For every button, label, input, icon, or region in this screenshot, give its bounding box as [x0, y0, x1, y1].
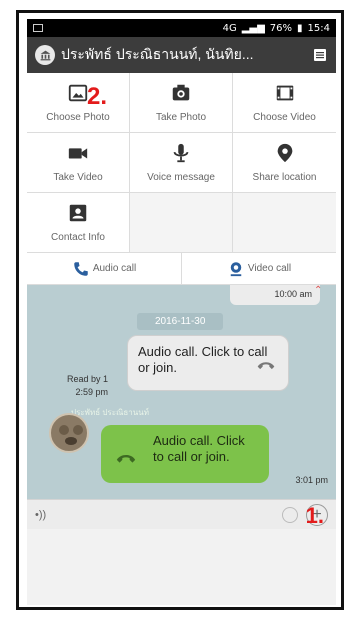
avatar[interactable] [49, 413, 89, 453]
contact-icon [69, 204, 87, 222]
read-status: Read by 1 [67, 374, 109, 384]
outgoing-message-time: 3:01 pm [295, 475, 328, 485]
status-bar: 4G ▂▄▆ 76% ▮ 15:4 [27, 19, 336, 37]
outgoing-message-text: Audio call. Click to call or join. [153, 433, 245, 465]
handset-icon [116, 455, 136, 463]
chat-title: ประพัทธ์ ประณิธานนท์, นันทิย... [61, 46, 254, 62]
screenshot-frame: 4G ▂▄▆ 76% ▮ 15:4 ประพัทธ์ ประณิธานนท์, … [16, 10, 344, 610]
video-call-label: Video call [247, 263, 292, 274]
message-time: 10:00 am [274, 289, 312, 299]
battery-level: 76% [269, 22, 293, 34]
take-photo-button[interactable]: Take Photo [130, 73, 233, 133]
take-photo-label: Take Photo [155, 112, 207, 123]
message-bubble-partial: 10:00 am [230, 285, 320, 305]
read-receipt: Read by 1 2:59 pm [67, 373, 108, 398]
audio-call-label: Audio call [92, 263, 137, 274]
take-video-label: Take Video [53, 172, 103, 183]
choose-video-button[interactable]: Choose Video [233, 73, 336, 133]
choose-photo-label: Choose Photo [46, 112, 110, 123]
voice-message-label: Voice message [147, 172, 215, 183]
video-camera-icon [68, 148, 88, 159]
phone-screen: 4G ▂▄▆ 76% ▮ 15:4 ประพัทธ์ ประณิธานนท์, … [27, 19, 336, 605]
incoming-call-message[interactable]: Audio call. Click to call or join. [127, 335, 289, 391]
sender-name: ประพัทธ์ ประณิธานนท์ [71, 408, 150, 417]
battery-icon: ▮ [297, 22, 303, 34]
handset-icon [257, 362, 275, 370]
voice-input-icon[interactable]: •)) [35, 509, 53, 521]
message-input-bar: •)) + 1. [27, 499, 336, 529]
menu-icon[interactable] [312, 47, 328, 63]
attachment-grid: Choose Photo 2. Take Photo Choose Video … [27, 73, 336, 253]
microphone-icon [173, 143, 189, 163]
chat-header: ประพัทธ์ ประณิธานนท์, นันทิย... [27, 37, 336, 73]
incoming-message-text: Audio call. Click to call or join. [138, 344, 268, 375]
incoming-message-time: 2:59 pm [75, 386, 109, 397]
emoji-icon[interactable] [282, 506, 298, 523]
film-icon [276, 85, 293, 101]
chat-area[interactable]: 10:00 am ⌃ 2016-11-30 Audio call. Click … [27, 285, 336, 529]
choose-video-label: Choose Video [253, 112, 316, 123]
call-buttons: Audio call Video call [27, 253, 336, 285]
home-icon[interactable] [35, 45, 55, 65]
empty-cell [233, 193, 336, 253]
notification-icon [33, 24, 43, 32]
outgoing-call-message[interactable]: Audio call. Click to call or join. [101, 425, 269, 483]
voice-message-button[interactable]: Voice message [130, 133, 233, 193]
contact-info-label: Contact Info [51, 232, 105, 243]
camera-icon [172, 84, 190, 101]
message-input[interactable] [61, 504, 274, 525]
step-2-annotation: 2. [87, 83, 108, 110]
location-pin-icon [277, 143, 292, 163]
take-video-button[interactable]: Take Video [27, 133, 130, 193]
choose-photo-button[interactable]: Choose Photo 2. [27, 73, 130, 133]
contact-info-button[interactable]: Contact Info [27, 193, 130, 253]
empty-cell [130, 193, 233, 253]
scroll-icon[interactable]: ⌃ [314, 285, 328, 299]
photo-icon [68, 84, 88, 102]
phone-icon [74, 261, 88, 276]
clock: 15:4 [307, 22, 330, 34]
network-indicator: 4G [222, 22, 237, 34]
video-call-icon [230, 261, 242, 276]
video-call-button[interactable]: Video call [182, 253, 336, 284]
share-location-label: Share location [252, 172, 317, 183]
audio-call-button[interactable]: Audio call [27, 253, 182, 284]
share-location-button[interactable]: Share location [233, 133, 336, 193]
signal-icon: ▂▄▆ [241, 22, 265, 34]
date-separator: 2016-11-30 [137, 313, 224, 330]
step-1-annotation: 1. [305, 503, 324, 528]
